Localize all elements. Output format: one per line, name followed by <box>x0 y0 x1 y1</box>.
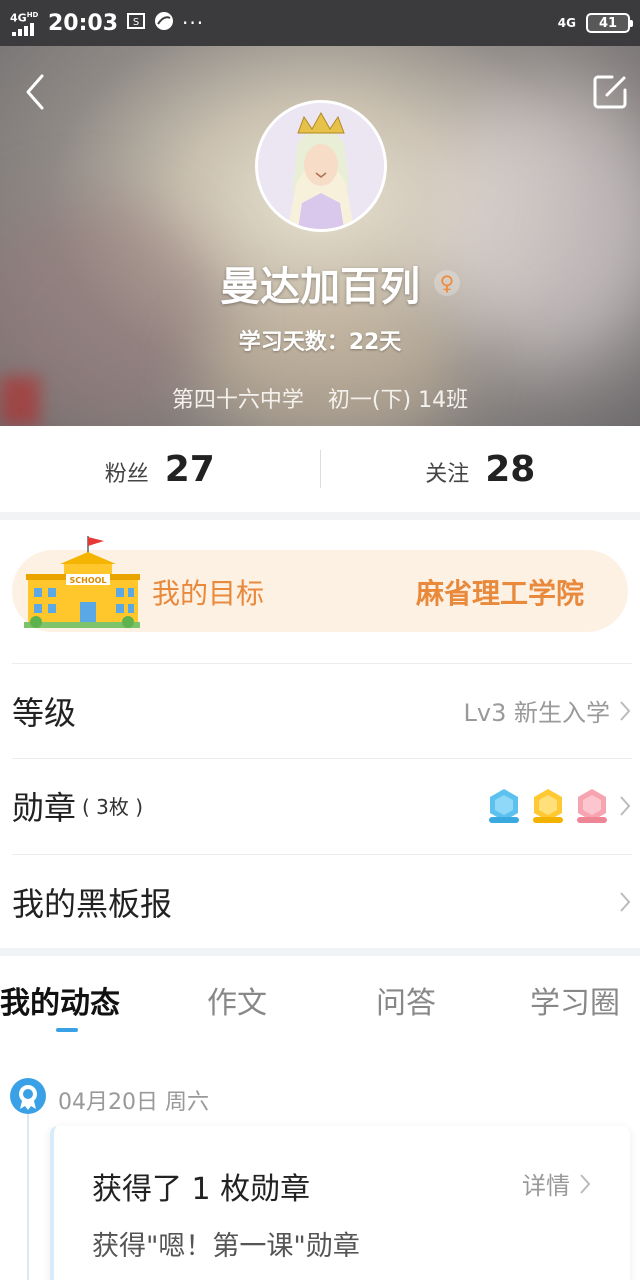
school-name: 第四十六中学 <box>171 388 304 413</box>
level-row[interactable]: 等级 Lv3 新生入学 <box>12 663 632 757</box>
tab-my-activity[interactable]: 我的动态 <box>0 978 120 1022</box>
status-bar: 4GHD 20:03 S ··· 4G 41 <box>0 0 640 46</box>
class-name: 初一(下) 14班 <box>327 388 469 413</box>
study-days: 学习天数：22天 <box>238 330 402 355</box>
school-building-icon: SCHOOL <box>24 534 140 632</box>
tab-qa[interactable]: 问答 <box>376 978 436 1022</box>
tab-study-circle[interactable]: 学习圈 <box>530 978 620 1022</box>
fans-stat[interactable]: 粉丝 27 <box>0 449 320 490</box>
blackboard-label: 我的黑板报 <box>12 884 173 923</box>
medal-label: 勋章 <box>12 788 77 827</box>
level-value: Lv3 新生入学 <box>463 699 610 727</box>
medal-icon <box>533 788 563 823</box>
activity-card[interactable]: 获得了 1 枚勋章 详情 获得"嗯！第一课"勋章 <box>50 1126 630 1280</box>
details-label: 详情 <box>522 1172 570 1200</box>
chevron-right-icon <box>580 1173 591 1194</box>
blackboard-row[interactable]: 我的黑板报 <box>12 854 632 948</box>
fans-count: 27 <box>164 448 215 490</box>
medal-icon <box>489 788 519 823</box>
profile-header: 曼达加百列 ♀ 学习天数：22天 第四十六中学 初一(下) 14班 <box>0 46 640 426</box>
fans-label: 粉丝 <box>104 461 149 487</box>
timeline-line <box>27 1112 29 1280</box>
school-info: 第四十六中学 初一(下) 14班 <box>0 382 640 414</box>
follow-stat[interactable]: 关注 28 <box>321 449 640 490</box>
level-label: 等级 <box>12 693 77 732</box>
network-type: 4G <box>557 16 576 30</box>
svg-text:S: S <box>133 17 139 28</box>
app-icon <box>154 11 174 36</box>
medal-count: ( 3枚 ) <box>82 795 144 819</box>
more-notifications-icon: ··· <box>182 11 205 35</box>
activity-date: 04月20日 周六 <box>58 1090 209 1115</box>
tab-essay[interactable]: 作文 <box>207 978 267 1022</box>
back-icon[interactable] <box>18 70 58 114</box>
medal-row[interactable]: 勋章 ( 3枚 ) <box>12 758 632 852</box>
medal-timeline-icon <box>10 1078 46 1114</box>
signal-icon: 4GHD <box>10 8 40 38</box>
medal-icon <box>577 788 607 823</box>
goal-label: 我的目标 <box>152 577 265 610</box>
chevron-right-icon <box>620 795 631 816</box>
active-tab-indicator <box>56 1028 78 1032</box>
profile-menu: 我的目标 麻省理工学院 SCHOOL 等级 Lv3 新生入学 勋章 (3枚)… <box>0 520 640 948</box>
goal-value: 麻省理工学院 <box>415 577 584 610</box>
chevron-right-icon <box>620 891 631 912</box>
activity-feed: 04月20日 周六 获得了 1 枚勋章 详情 获得"嗯！第一课"勋章 <box>0 1036 640 1280</box>
gender-female-icon: ♀ <box>434 270 460 296</box>
notification-icon: S <box>126 11 146 36</box>
clock: 20:03 <box>48 10 119 36</box>
content-tabs: 我的动态 作文 问答 学习圈 <box>0 956 640 1036</box>
activity-title: 获得了 1 枚勋章 <box>92 1172 311 1207</box>
battery-icon: 41 <box>586 13 633 33</box>
activity-description: 获得"嗯！第一课"勋章 <box>92 1231 360 1262</box>
chevron-right-icon <box>620 700 631 721</box>
username: 曼达加百列 <box>220 264 420 310</box>
follow-count: 28 <box>485 448 536 490</box>
avatar[interactable] <box>255 100 387 232</box>
follow-stats: 粉丝 27 关注 28 <box>0 426 640 512</box>
details-link[interactable]: 详情 <box>522 1166 592 1201</box>
edit-icon[interactable] <box>590 72 630 112</box>
follow-label: 关注 <box>425 461 470 487</box>
school-sign: SCHOOL <box>69 576 106 585</box>
